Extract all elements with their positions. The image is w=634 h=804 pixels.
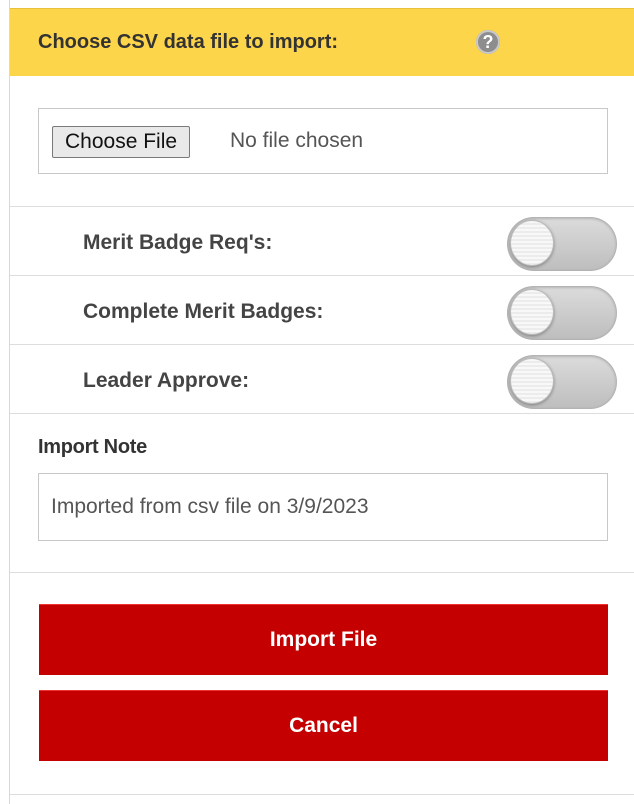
toggle-row-leader-approve: Leader Approve:	[10, 346, 634, 414]
import-note-label: Import Note	[38, 436, 147, 458]
complete-merit-badges-toggle[interactable]	[507, 286, 617, 340]
toggle-row-merit-badge-reqs: Merit Badge Req's:	[10, 208, 634, 276]
divider	[10, 794, 634, 795]
divider	[10, 275, 634, 276]
toggle-knob	[510, 220, 554, 266]
file-status-text: No file chosen	[230, 129, 364, 152]
import-note-input[interactable]	[38, 473, 608, 541]
panel-left-border	[0, 0, 10, 804]
divider	[10, 413, 634, 414]
toggle-row-complete-merit-badges: Complete Merit Badges:	[10, 277, 634, 345]
toggle-label: Merit Badge Req's:	[83, 231, 273, 254]
divider	[10, 344, 634, 345]
import-file-button[interactable]: Import File	[39, 604, 608, 675]
divider	[10, 206, 634, 207]
panel-header: Choose CSV data file to import: ?	[10, 8, 634, 76]
toggle-knob	[510, 289, 554, 335]
cancel-button[interactable]: Cancel	[39, 690, 608, 761]
file-input-box[interactable]: Choose File No file chosen	[38, 108, 608, 174]
toggle-label: Complete Merit Badges:	[83, 300, 324, 323]
choose-file-button[interactable]: Choose File	[52, 126, 191, 158]
divider	[10, 572, 634, 573]
merit-badge-reqs-toggle[interactable]	[507, 217, 617, 271]
leader-approve-toggle[interactable]	[507, 355, 617, 409]
toggle-knob	[510, 358, 554, 404]
help-icon[interactable]: ?	[476, 30, 500, 54]
toggle-label: Leader Approve:	[83, 369, 250, 392]
panel-title: Choose CSV data file to import:	[38, 31, 339, 53]
